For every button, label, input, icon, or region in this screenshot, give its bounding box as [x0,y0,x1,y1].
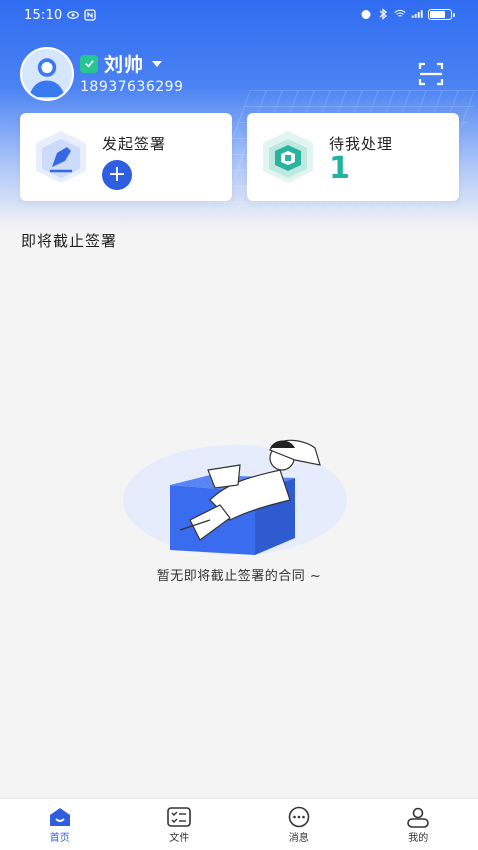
alarm-icon [361,10,371,19]
nav-files[interactable]: 文件 [120,799,240,850]
nfc-icon [84,9,96,21]
bottom-nav: 首页 文件 消息 我的 [0,798,478,850]
pending-count: 1 [329,151,350,186]
user-info[interactable]: 刘帅 18937636299 [80,50,183,95]
file-icon [167,807,192,827]
pending-box-icon [263,131,313,183]
chevron-down-icon[interactable] [152,60,163,67]
scan-button[interactable] [417,60,445,88]
nav-files-label: 文件 [169,833,190,844]
message-icon [288,806,310,828]
status-time: 15:10 [24,8,63,23]
home-icon [49,808,70,826]
section-title: 即将截止签署 [21,232,118,250]
nav-profile[interactable]: 我的 [359,799,478,850]
status-right-icons [360,8,455,20]
avatar[interactable] [20,47,74,101]
scan-icon [418,62,444,86]
nav-home[interactable]: 首页 [0,799,120,850]
sign-pen-icon [36,131,86,183]
empty-state-illustration [123,439,347,555]
user-avatar-icon [29,58,65,98]
battery-icon [428,8,455,20]
add-signing-button[interactable]: + [102,160,132,190]
empty-state-text: 暂无即将截止签署的合同 ~ [156,569,322,584]
pending-tasks-card[interactable]: 待我处理 1 [247,113,459,201]
user-phone: 18937636299 [80,79,184,95]
nav-messages[interactable]: 消息 [239,799,359,850]
status-left-icons [67,9,96,21]
initiate-signing-title: 发起签署 [102,135,167,153]
nav-profile-label: 我的 [408,833,429,844]
nav-home-label: 首页 [49,833,70,844]
signal-icon [411,10,423,18]
profile-icon [407,807,430,828]
wifi-icon [394,9,406,17]
initiate-signing-card[interactable]: 发起签署 + [20,113,232,201]
verified-badge-icon [80,54,98,73]
eye-icon [67,11,79,19]
user-name: 刘帅 [104,54,145,76]
status-bar: 15:10 [0,0,478,32]
nav-messages-label: 消息 [288,833,309,844]
bluetooth-icon [379,8,387,20]
